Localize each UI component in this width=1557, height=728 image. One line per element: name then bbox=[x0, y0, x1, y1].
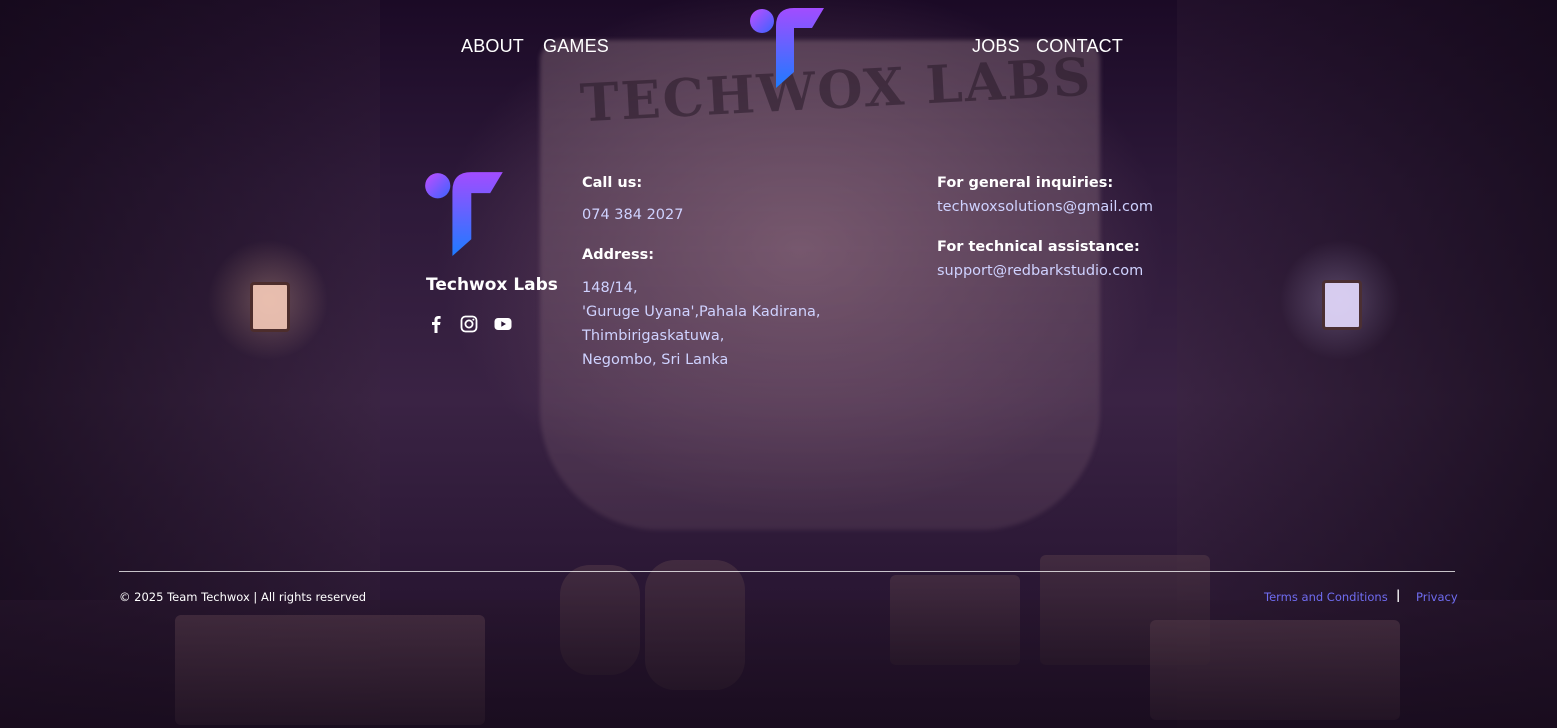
copyright-text: © 2025 Team Techwox | All rights reserve… bbox=[119, 590, 367, 604]
lantern-right-icon bbox=[1322, 280, 1362, 330]
nav-about[interactable]: ABOUT bbox=[461, 36, 524, 57]
address-label: Address: bbox=[582, 247, 655, 263]
technical-assistance-label: For technical assistance: bbox=[937, 239, 1140, 255]
instagram-icon[interactable] bbox=[459, 314, 479, 334]
footer-separator: | bbox=[1396, 588, 1401, 602]
general-inquiries-label: For general inquiries: bbox=[937, 175, 1114, 191]
terms-link[interactable]: Terms and Conditions bbox=[1264, 590, 1388, 604]
lantern-left-icon bbox=[250, 282, 290, 332]
address-block: 148/14, 'Guruge Uyana',Pahala Kadirana, … bbox=[582, 276, 821, 372]
address-line: 148/14, bbox=[582, 280, 638, 296]
privacy-link[interactable]: Privacy bbox=[1416, 590, 1458, 604]
crate-icon bbox=[175, 615, 485, 725]
crate-icon bbox=[890, 575, 1020, 665]
nav-games[interactable]: GAMES bbox=[543, 36, 609, 57]
brand-name: Techwox Labs bbox=[426, 275, 558, 295]
footer-divider bbox=[119, 571, 1455, 572]
address-line: Thimbirigaskatuwa, bbox=[582, 328, 725, 344]
barrel-icon bbox=[645, 560, 745, 690]
nav-contact[interactable]: CONTACT bbox=[1036, 36, 1123, 57]
header-logo[interactable] bbox=[750, 6, 826, 88]
general-email-link[interactable]: techwoxsolutions@gmail.com bbox=[937, 199, 1153, 215]
phone-link[interactable]: 074 384 2027 bbox=[582, 207, 683, 223]
nav-jobs[interactable]: JOBS bbox=[972, 36, 1020, 57]
page: TECHWOX LABS ABOUT GAMES JOBS CONTACT Te… bbox=[0, 0, 1557, 728]
crate-icon bbox=[1150, 620, 1400, 720]
footer-logo bbox=[425, 172, 503, 256]
support-email-link[interactable]: support@redbarkstudio.com bbox=[937, 263, 1143, 279]
address-line: 'Guruge Uyana',Pahala Kadirana, bbox=[582, 304, 821, 320]
address-line: Negombo, Sri Lanka bbox=[582, 352, 729, 368]
facebook-icon[interactable] bbox=[426, 314, 446, 334]
call-us-label: Call us: bbox=[582, 175, 643, 191]
youtube-icon[interactable] bbox=[493, 314, 513, 334]
barrel-icon bbox=[560, 565, 640, 675]
